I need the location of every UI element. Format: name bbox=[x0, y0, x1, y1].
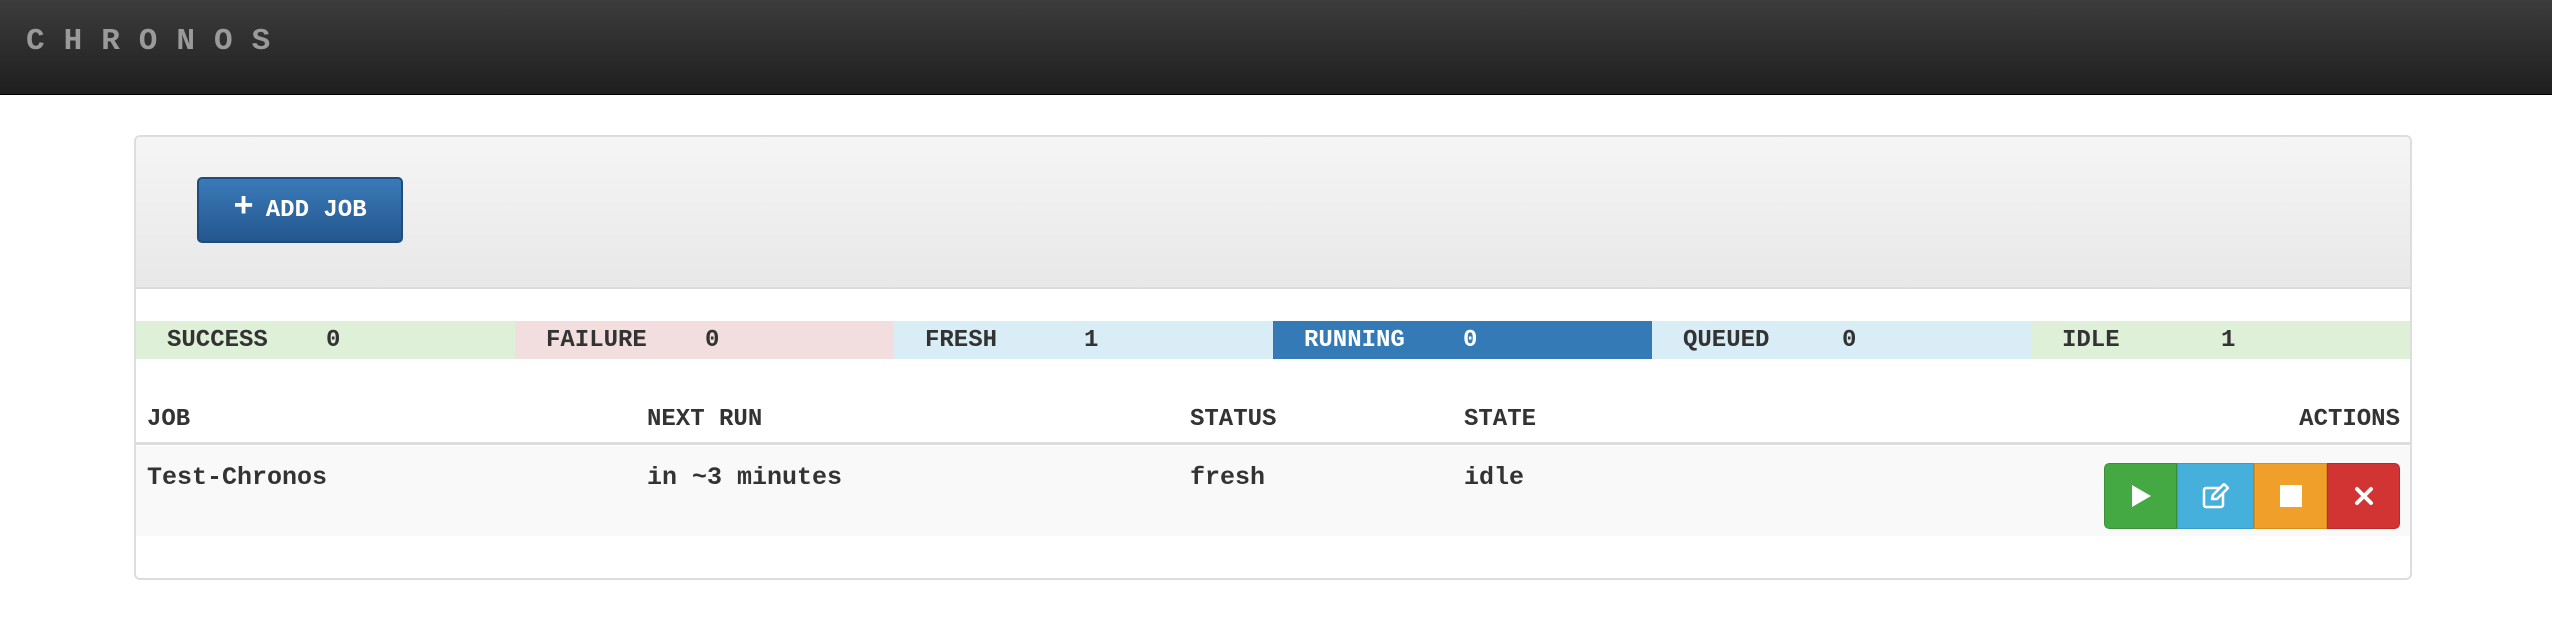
delete-button[interactable] bbox=[2327, 463, 2400, 529]
stat-count: 0 bbox=[1842, 326, 1857, 354]
stat-queued[interactable]: QUEUED 0 bbox=[1652, 321, 2031, 359]
job-name[interactable]: Test-Chronos bbox=[147, 463, 327, 492]
stat-running[interactable]: RUNNING 0 bbox=[1273, 321, 1652, 359]
stat-label: SUCCESS bbox=[167, 326, 268, 354]
stat-failure[interactable]: FAILURE 0 bbox=[515, 321, 894, 359]
stat-count: 1 bbox=[2221, 326, 2236, 354]
stat-count: 1 bbox=[1084, 326, 1099, 354]
add-job-button[interactable]: + ADD JOB bbox=[197, 177, 403, 243]
header-state[interactable]: STATE bbox=[1464, 406, 1536, 433]
stat-label: FAILURE bbox=[546, 326, 647, 354]
plus-icon: + bbox=[233, 189, 254, 227]
stat-success[interactable]: SUCCESS 0 bbox=[136, 321, 515, 359]
next-run: in ~3 minutes bbox=[647, 463, 843, 492]
job-state: idle bbox=[1464, 463, 1525, 492]
table-row: Test-Chronos in ~3 minutes fresh idle bbox=[136, 446, 2410, 536]
header-status[interactable]: STATUS bbox=[1190, 406, 1276, 433]
jobs-panel: + ADD JOB SUCCESS 0 FAILURE 0 FRESH 1 RU… bbox=[134, 135, 2412, 580]
brand-logo[interactable]: CHRONOS bbox=[26, 24, 289, 59]
job-status: fresh bbox=[1190, 463, 1266, 492]
stat-idle[interactable]: IDLE 1 bbox=[2031, 321, 2410, 359]
close-icon bbox=[2354, 487, 2373, 505]
stat-count: 0 bbox=[705, 326, 720, 354]
stat-label: RUNNING bbox=[1304, 326, 1405, 354]
play-icon bbox=[2131, 485, 2151, 507]
stop-icon bbox=[2279, 485, 2302, 507]
add-job-label: ADD JOB bbox=[265, 196, 367, 224]
header-job[interactable]: JOB bbox=[147, 406, 190, 433]
row-actions bbox=[2104, 463, 2400, 529]
header-actions: ACTIONS bbox=[2299, 406, 2400, 433]
jobs-table-header: JOB NEXT RUN STATUS STATE ACTIONS bbox=[136, 395, 2410, 445]
stat-label: QUEUED bbox=[1683, 326, 1770, 354]
run-button[interactable] bbox=[2104, 463, 2177, 529]
stat-label: IDLE bbox=[2062, 326, 2120, 354]
stat-count: 0 bbox=[1463, 326, 1478, 354]
header-next-run[interactable]: NEXT RUN bbox=[647, 406, 762, 433]
stop-button[interactable] bbox=[2254, 463, 2327, 529]
panel-header: + ADD JOB bbox=[136, 137, 2410, 289]
navbar: CHRONOS bbox=[0, 0, 2552, 95]
stat-count: 0 bbox=[326, 326, 341, 354]
stat-label: FRESH bbox=[925, 326, 998, 354]
edit-button[interactable] bbox=[2177, 463, 2254, 529]
edit-icon bbox=[2202, 483, 2229, 509]
status-summary: SUCCESS 0 FAILURE 0 FRESH 1 RUNNING 0 QU… bbox=[136, 321, 2410, 359]
stat-fresh[interactable]: FRESH 1 bbox=[894, 321, 1273, 359]
